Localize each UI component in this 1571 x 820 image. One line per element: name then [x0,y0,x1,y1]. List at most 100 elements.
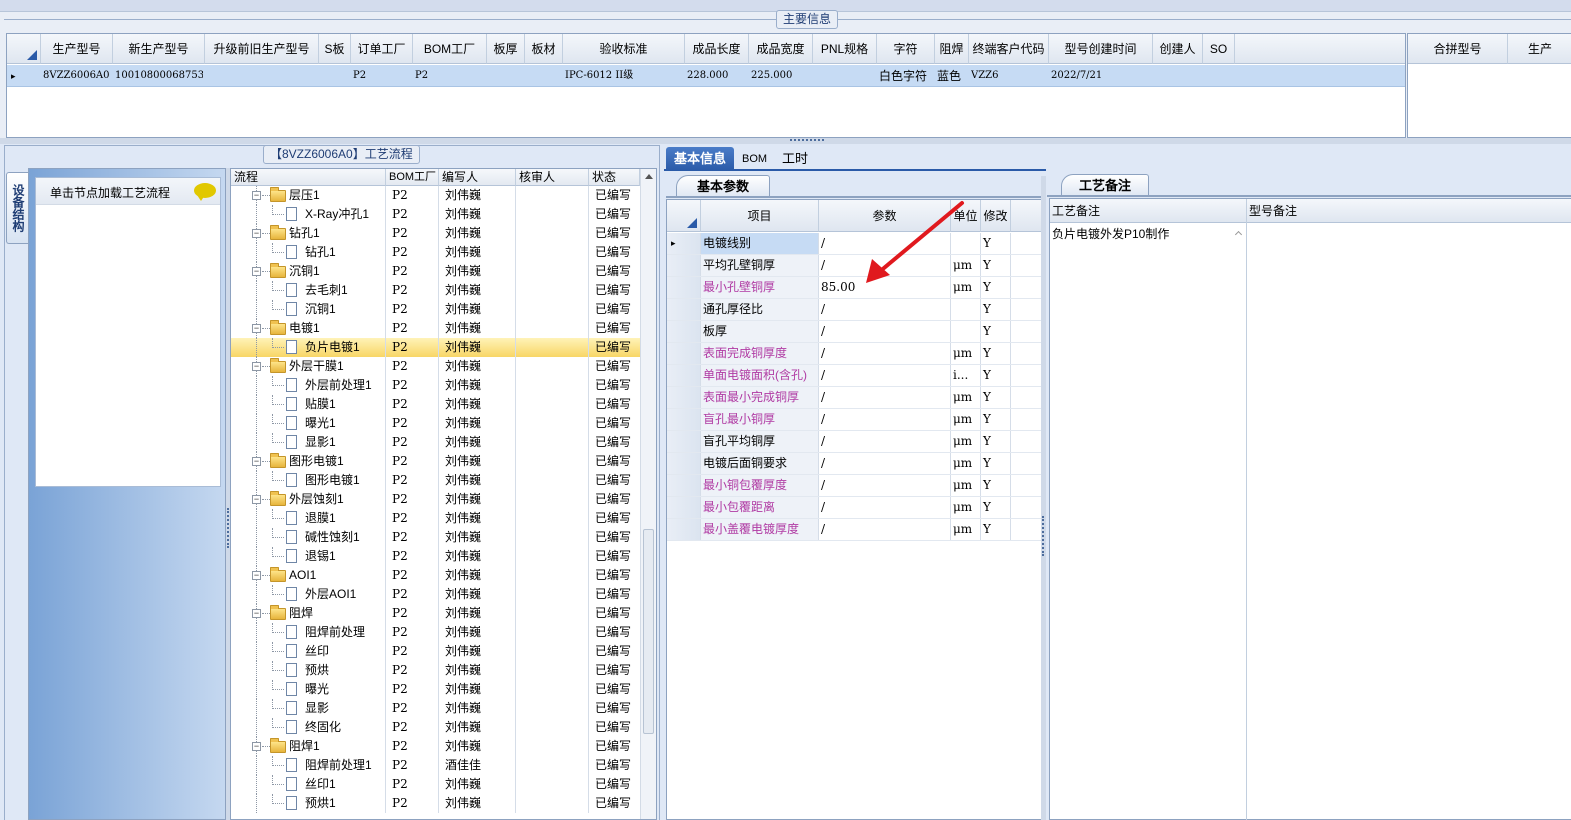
param-modify-flag[interactable]: Y [981,475,1011,496]
col-header-model-remark[interactable]: 型号备注 [1247,199,1571,223]
reviewer-cell[interactable] [516,490,589,509]
bom-factory-cell[interactable]: P2 [386,490,439,509]
tree-step-row[interactable]: 去毛刺1 P2 刘伟巍 已编写 [231,281,640,300]
status-cell[interactable]: 已编写 [589,186,640,205]
tab-bom[interactable]: BOM [734,147,775,171]
tree-step-row[interactable]: 显影 P2 刘伟巍 已编写 [231,699,640,718]
tree-node-label[interactable]: 退锡1 [305,547,386,566]
writer-cell[interactable]: 刘伟巍 [439,528,516,547]
tree-step-row[interactable]: X-Ray冲孔1 P2 刘伟巍 已编写 [231,205,640,224]
main-cell[interactable]: P2 [415,65,485,87]
reviewer-cell[interactable] [516,566,589,585]
main-cell[interactable]: 10010800068753 [115,65,203,87]
param-value[interactable]: / [819,387,951,408]
reviewer-cell[interactable] [516,357,589,376]
writer-cell[interactable]: 酒佳佳 [439,756,516,775]
status-cell[interactable]: 已编写 [589,775,640,794]
tree-node-label[interactable]: 外层干膜1 [289,357,386,376]
writer-cell[interactable]: 刘伟巍 [439,338,516,357]
status-cell[interactable]: 已编写 [589,357,640,376]
status-cell[interactable]: 已编写 [589,509,640,528]
reviewer-cell[interactable] [516,642,589,661]
writer-cell[interactable]: 刘伟巍 [439,186,516,205]
tree-node-label[interactable]: 沉铜1 [305,300,386,319]
bom-factory-cell[interactable]: P2 [386,585,439,604]
reviewer-cell[interactable] [516,338,589,357]
row-indicator[interactable] [667,321,701,342]
writer-cell[interactable]: 刘伟巍 [439,281,516,300]
param-row[interactable]: 最小盖覆电镀厚度 / μm Y [667,519,1041,541]
collapse-icon[interactable]: − [252,495,261,504]
top-splitter[interactable] [0,138,1571,144]
process-remark-text[interactable]: 负片电镀外发P10制作 [1052,225,1169,242]
status-cell[interactable]: 已编写 [589,585,640,604]
status-cell[interactable]: 已编写 [589,262,640,281]
row-indicator[interactable] [667,343,701,364]
writer-cell[interactable]: 刘伟巍 [439,376,516,395]
tree-step-row[interactable]: 图形电镀1 P2 刘伟巍 已编写 [231,471,640,490]
row-indicator[interactable] [667,277,701,298]
param-value[interactable]: / [819,255,951,276]
reviewer-cell[interactable] [516,243,589,262]
writer-cell[interactable]: 刘伟巍 [439,604,516,623]
writer-cell[interactable]: 刘伟巍 [439,585,516,604]
tree-step-row[interactable]: 终固化 P2 刘伟巍 已编写 [231,718,640,737]
writer-cell[interactable]: 刘伟巍 [439,680,516,699]
status-cell[interactable]: 已编写 [589,471,640,490]
collapse-icon[interactable]: − [252,324,261,333]
main-cell[interactable]: 蓝色 [937,65,967,87]
status-cell[interactable]: 已编写 [589,490,640,509]
main-cell[interactable] [1205,65,1233,87]
writer-cell[interactable]: 刘伟巍 [439,414,516,433]
param-value[interactable]: 85.00 [819,277,951,298]
reviewer-cell[interactable] [516,376,589,395]
status-cell[interactable]: 已编写 [589,661,640,680]
row-indicator[interactable] [667,431,701,452]
writer-cell[interactable]: 刘伟巍 [439,718,516,737]
main-cell[interactable]: IPC-6012 II级 [565,65,683,87]
param-row[interactable]: 电镀后面铜要求 / μm Y [667,453,1041,475]
tree-node-label[interactable]: 碱性蚀刻1 [305,528,386,547]
writer-cell[interactable]: 刘伟巍 [439,642,516,661]
bom-factory-cell[interactable]: P2 [386,186,439,205]
tree-group-row[interactable]: − 钻孔1 P2 刘伟巍 已编写 [231,224,640,243]
bom-factory-cell[interactable]: P2 [386,756,439,775]
basic-params-grid[interactable]: 项目 参数 单位 修改 ▸ 电镀线别 / Y 平均孔壁铜厚 / μm Y 最小孔壁铜厚 85.00… [666,199,1042,820]
bom-factory-cell[interactable]: P2 [386,718,439,737]
bom-factory-cell[interactable]: P2 [386,794,439,813]
reviewer-cell[interactable] [516,281,589,300]
bom-factory-cell[interactable]: P2 [386,775,439,794]
main-cell[interactable] [321,65,349,87]
row-indicator[interactable] [667,365,701,386]
tree-node-label[interactable]: 外层AOI1 [305,585,386,604]
param-modify-flag[interactable]: Y [981,255,1011,276]
reviewer-cell[interactable] [516,661,589,680]
status-cell[interactable]: 已编写 [589,281,640,300]
main-col-header[interactable]: 成品长度 [685,34,749,64]
collapse-icon[interactable]: − [252,362,261,371]
bom-factory-cell[interactable]: P2 [386,528,439,547]
status-cell[interactable]: 已编写 [589,395,640,414]
status-cell[interactable]: 已编写 [589,338,640,357]
status-cell[interactable]: 已编写 [589,604,640,623]
main-cell[interactable] [815,65,875,87]
param-row[interactable]: 单面电镀面积(含孔) / i... Y [667,365,1041,387]
param-value[interactable]: / [819,299,951,320]
status-cell[interactable]: 已编写 [589,680,640,699]
reviewer-cell[interactable] [516,205,589,224]
tree-step-row[interactable]: 显影1 P2 刘伟巍 已编写 [231,433,640,452]
main-col-header[interactable]: BOM工厂 [413,34,487,64]
main-info-grid[interactable]: 生产型号 新生产型号 升级前旧生产型号 S板 订单工厂 BOM工厂 板厚 板材 验收标准 成品长度… [6,33,1406,138]
writer-cell[interactable]: 刘伟巍 [439,224,516,243]
bom-factory-cell[interactable]: P2 [386,357,439,376]
tree-node-label[interactable]: 曝光 [305,680,386,699]
tab-equipment-structure[interactable]: 设备结构 [6,172,28,244]
reviewer-cell[interactable] [516,585,589,604]
bom-factory-cell[interactable]: P2 [386,395,439,414]
reviewer-cell[interactable] [516,775,589,794]
reviewer-cell[interactable] [516,262,589,281]
bom-factory-cell[interactable]: P2 [386,338,439,357]
main-col-header[interactable]: 升级前旧生产型号 [205,34,319,64]
tree-node-label[interactable]: 显影1 [305,433,386,452]
param-modify-flag[interactable]: Y [981,431,1011,452]
